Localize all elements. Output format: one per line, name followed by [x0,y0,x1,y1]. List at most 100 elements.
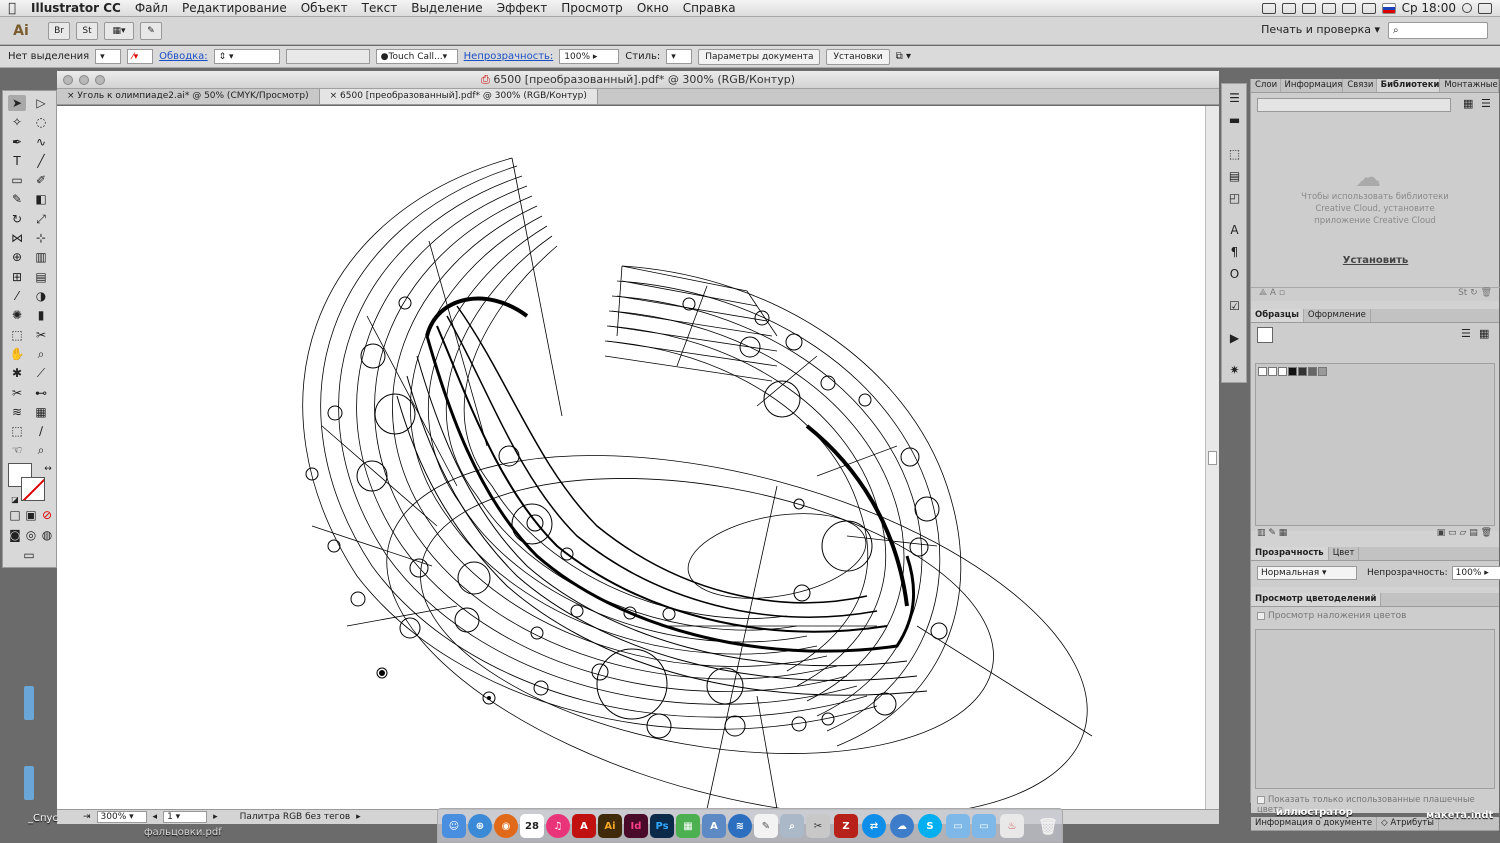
menu-app[interactable]: Illustrator CC [24,1,128,15]
opacity-field-panel[interactable]: 100% ▸ [1451,566,1500,580]
selection-tool-icon[interactable]: ➤ [8,95,26,111]
hand-tool-icon[interactable]: ✋ [8,346,26,362]
skype-tray-icon[interactable] [1281,2,1296,14]
rectangle-tool-icon[interactable]: ▭ [8,172,26,188]
dock-trash-icon[interactable]: 🗑 [1036,814,1060,838]
swatch-fill-stroke[interactable] [1257,327,1273,343]
align-panel-icon[interactable]: ▤ [1226,168,1243,183]
minimize-window-icon[interactable] [79,75,89,85]
stroke-color-dropdown[interactable]: ⁄▾ [127,49,154,64]
tab-document-1[interactable]: × Уголь к олимпиаде2.ai* @ 50% (CMYK/Про… [57,89,320,104]
scroll-thumb[interactable] [1208,451,1217,465]
rotate-icon[interactable]: ↻ [8,211,26,227]
menu-edit[interactable]: Редактирование [175,1,294,15]
hand-icon[interactable]: ☜ [8,442,26,458]
bluetooth-icon[interactable] [1321,2,1336,14]
desktop-label-pdf[interactable]: фальцовки.pdf [144,827,222,838]
actions-panel-icon[interactable]: ▶ [1226,330,1243,345]
volume-icon[interactable] [1361,2,1376,14]
dock-search-icon[interactable]: ⌕ [780,814,804,838]
scale-icon[interactable]: ⤢ [32,211,50,227]
tab-artboards[interactable]: Монтажные [1440,79,1499,92]
document-setup-button[interactable]: Параметры документа [698,48,821,65]
dock-folder-icon[interactable]: ▭ [946,814,970,838]
dock-java-icon[interactable]: ♨ [1000,814,1024,838]
curvature-tool-icon[interactable]: ∿ [32,134,50,150]
warp-icon[interactable]: ≋ [8,404,26,420]
gpu-performance-icon[interactable]: ✎ [140,21,162,40]
stroke-label[interactable]: Обводка: [159,51,208,62]
crop-area-icon[interactable]: ⬚ [8,423,26,439]
magnifier-icon[interactable]: ⌕ [32,442,50,458]
tab-document-2[interactable]: × 6500 [преобразованный].pdf* @ 300% (RG… [319,89,598,104]
desktop-label-spus[interactable]: _Спус [28,813,58,824]
swatch-black[interactable] [1288,367,1297,376]
line-tool-icon[interactable]: ╱ [32,153,50,169]
dock-textedit-icon[interactable]: ✎ [754,814,778,838]
draw-inside-icon[interactable]: ◍ [38,527,56,543]
install-link[interactable]: Установить [1251,255,1500,266]
dock-preview-icon[interactable]: A [702,814,726,838]
width-tool-icon[interactable]: ⋈ [8,230,26,246]
outline-artwork[interactable] [57,106,1205,809]
tab-swatches[interactable]: Образцы [1251,309,1304,322]
opacity-field[interactable]: 100% ▸ [559,49,620,64]
desktop-label-illustrator[interactable]: иллюстратор [1276,807,1353,818]
cloud-icon[interactable] [1261,2,1276,14]
flag-ru-icon[interactable] [1381,2,1396,14]
paragraph-panel-icon[interactable]: ¶ [1226,244,1243,259]
pathfinder-panel-icon[interactable]: ◰ [1226,190,1243,205]
arrange-icon[interactable]: ⧉ ▾ [896,51,911,62]
magic-wand-icon[interactable]: ✧ [8,114,26,130]
library-dropdown[interactable] [1257,98,1451,112]
character-panel-icon[interactable]: A [1226,222,1243,237]
perspective-grid-icon[interactable]: ▥ [32,249,50,265]
tab-separations[interactable]: Просмотр цветоделений [1251,593,1382,606]
measure-icon[interactable]: ⊷ [32,385,50,401]
dock-calendar-icon[interactable]: 28 [520,814,544,838]
dock-folder-2-icon[interactable]: ▭ [972,814,996,838]
dock-itunes-icon[interactable]: ♫ [546,814,570,838]
color-panel-icon[interactable]: ☰ [1226,90,1243,105]
style-dropdown[interactable]: ▾ [666,49,693,64]
dock-photoshop-icon[interactable]: Ps [650,814,674,838]
dock-maps-icon[interactable]: ▦ [676,814,700,838]
apple-icon[interactable]:  [0,1,24,16]
menu-object[interactable]: Объект [294,1,355,15]
tab-transparency[interactable]: Прозрачность [1251,547,1329,560]
tab-layers[interactable]: Слои [1251,79,1281,92]
tab-appearance[interactable]: Оформление [1304,309,1371,322]
tab-libraries[interactable]: Библиотеки [1376,79,1441,92]
knife-icon[interactable]: ⟋ [32,365,50,381]
dock-network-icon[interactable]: ≋ [728,814,752,838]
free-transform-icon[interactable]: ⊹ [32,230,50,246]
adobe-tray-icon[interactable] [1301,2,1316,14]
swatch-white[interactable] [1278,367,1287,376]
direct-selection-tool-icon[interactable]: ▷ [32,95,50,111]
swatch-registration[interactable] [1268,367,1277,376]
tab-color[interactable]: Цвет [1329,547,1360,560]
scissors-icon[interactable]: ✂ [8,385,26,401]
puppet-warp-icon[interactable]: ✱ [8,365,26,381]
stock-button[interactable]: St [76,21,98,40]
chart-tool-icon[interactable]: ▦ [32,404,50,420]
tab-document-info[interactable]: Информация о документе [1251,817,1378,830]
lasso-icon[interactable]: ◌ [32,114,50,130]
dock-skype-icon[interactable]: S [918,814,942,838]
stroke-weight-field[interactable]: ⇕ ▾ [213,49,280,64]
dock-illustrator-icon[interactable]: Ai [598,814,622,838]
workspace-switcher[interactable]: Печать и проверка ▾ [1261,23,1380,36]
dock-teamviewer-icon[interactable]: ⇄ [862,814,886,838]
paintbrush-icon[interactable]: ✐ [32,172,50,188]
zoom-window-icon[interactable] [95,75,105,85]
desktop-label-indt[interactable]: макета.indt [1426,810,1493,821]
swap-colors-icon[interactable]: ↔ [39,461,57,477]
menu-window[interactable]: Окно [630,1,676,15]
swatch-dark-gray[interactable] [1298,367,1307,376]
dock-finder-icon[interactable]: ☺ [442,814,466,838]
dock-indesign-icon[interactable]: Id [624,814,648,838]
wifi-icon[interactable] [1341,2,1356,14]
dock-utility-icon[interactable]: ✂ [806,814,830,838]
document-info-panel-icon[interactable]: ☑ [1226,298,1243,313]
preferences-button[interactable]: Установки [826,48,890,65]
